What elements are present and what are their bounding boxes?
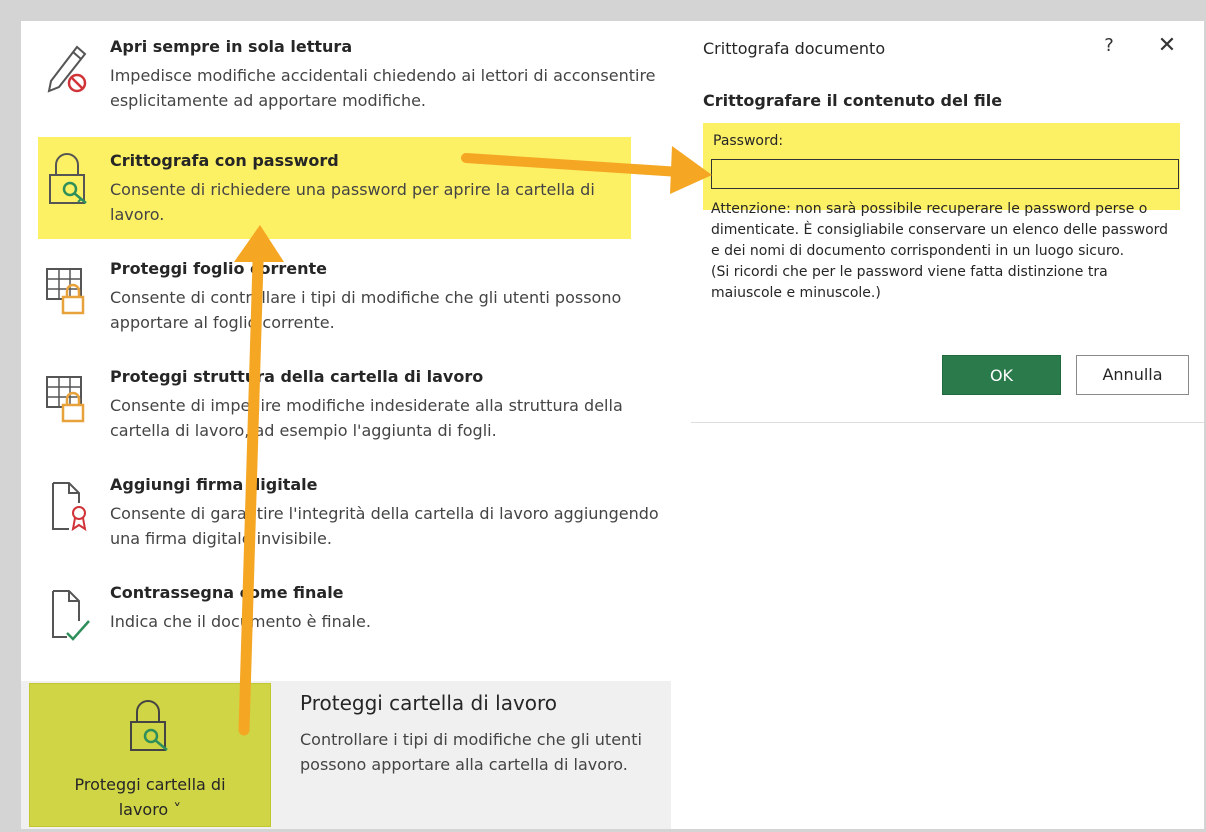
dialog-heading: Crittografare il contenuto del file	[703, 91, 1003, 110]
menu-item-mark-final[interactable]: Contrassegna come finale Indica che il d…	[37, 583, 667, 683]
password-label: Password:	[713, 133, 784, 149]
menu-item-title: Aggiungi firma digitale	[110, 475, 318, 494]
menu-item-desc: Consente di impedire modifiche indesider…	[110, 396, 623, 440]
menu-item-title: Proteggi struttura della cartella di lav…	[110, 367, 484, 386]
lock-key-icon	[125, 698, 175, 754]
close-icon[interactable]: ✕	[1153, 33, 1181, 63]
protect-workbook-label: Proteggi cartella di lavoro ˅	[74, 775, 226, 819]
menu-item-desc: Consente di richiedere una password per …	[110, 180, 595, 224]
menu-item-encrypt-password[interactable]: Crittografa con password Consente di ric…	[38, 137, 631, 239]
menu-item-protect-sheet[interactable]: Proteggi foglio corrente Consente di con…	[37, 259, 667, 359]
sheet-lock-icon	[43, 263, 93, 319]
menu-item-digital-signature[interactable]: Aggiungi firma digitale Consente di gara…	[37, 475, 667, 575]
help-icon[interactable]: ?	[1097, 35, 1121, 63]
lock-key-icon	[44, 151, 94, 207]
password-field[interactable]	[711, 159, 1179, 189]
menu-item-desc: Consente di garantire l'integrità della …	[110, 504, 659, 548]
section-title: Proteggi cartella di lavoro	[300, 691, 558, 715]
menu-item-title: Proteggi foglio corrente	[110, 259, 328, 278]
protect-workbook-button[interactable]: Proteggi cartella di lavoro ˅	[29, 683, 271, 827]
menu-item-title: Crittografa con password	[110, 151, 339, 170]
menu-item-desc: Impedisce modifiche accidentali chiedend…	[110, 66, 656, 110]
menu-item-title: Contrassegna come finale	[110, 583, 344, 602]
section-description: Controllare i tipi di modifiche che gli …	[300, 730, 642, 774]
backstage-window: Apri sempre in sola lettura Impedisce mo…	[21, 21, 1204, 829]
workbook-lock-icon	[43, 371, 93, 427]
dialog-bottom-edge	[691, 419, 1204, 423]
encrypt-document-dialog: Crittografa documento ? ✕ Crittografare …	[691, 21, 1204, 421]
cancel-button[interactable]: Annulla	[1076, 355, 1189, 395]
menu-item-title: Apri sempre in sola lettura	[110, 37, 353, 56]
password-highlight: Password:	[703, 123, 1180, 210]
menu-item-desc: Indica che il documento è finale.	[110, 612, 371, 631]
pencil-no-icon	[43, 41, 93, 97]
menu-item-read-only[interactable]: Apri sempre in sola lettura Impedisce mo…	[37, 37, 667, 137]
menu-item-protect-structure[interactable]: Proteggi struttura della cartella di lav…	[37, 367, 667, 467]
ok-button[interactable]: OK	[942, 355, 1061, 395]
protect-workbook-section: Proteggi cartella di lavoro ˅ Proteggi c…	[21, 681, 671, 829]
document-ribbon-icon	[43, 479, 93, 535]
protect-menu: Apri sempre in sola lettura Impedisce mo…	[21, 21, 671, 681]
menu-item-desc: Consente di controllare i tipi di modifi…	[110, 288, 622, 332]
document-check-icon	[43, 587, 93, 643]
warning-text: Attenzione: non sarà possibile recuperar…	[711, 201, 1169, 301]
dialog-title: Crittografa documento	[703, 39, 886, 58]
